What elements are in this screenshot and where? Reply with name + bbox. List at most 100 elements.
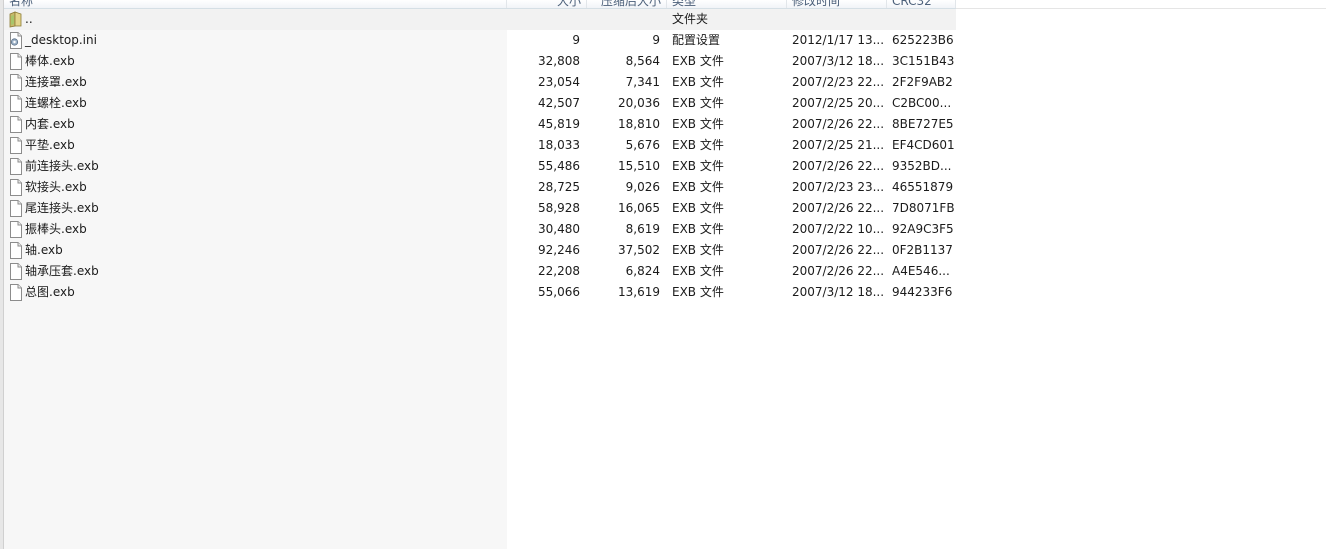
file-name: 振棒头.exb bbox=[25, 222, 87, 236]
file-modified: 2007/2/26 22... bbox=[792, 159, 885, 173]
file-name: 总图.exb bbox=[25, 285, 75, 299]
file-size: 58,928 bbox=[538, 201, 580, 215]
file-row[interactable]: 软接头.exb 28,725 9,026 EXB 文件 2007/2/23 23... 4… bbox=[4, 177, 956, 198]
file-size: 32,808 bbox=[538, 54, 580, 68]
column-header-type[interactable]: 类型 bbox=[667, 0, 787, 8]
file-size bbox=[507, 9, 580, 30]
file-name-cell: 内套.exb bbox=[4, 114, 507, 135]
file-icon bbox=[8, 95, 24, 112]
file-name: 连接罩.exb bbox=[25, 75, 87, 89]
file-row[interactable]: _desktop.ini 9 9 配置设置 2012/1/17 13... 625223B… bbox=[4, 30, 956, 51]
file-size: 55,486 bbox=[538, 159, 580, 173]
column-header-bar: 名称 大小 压缩后大小 类型 修改时间 CRC32 bbox=[4, 0, 956, 9]
file-row[interactable]: 连螺栓.exb 42,507 20,036 EXB 文件 2007/2/25 20...… bbox=[4, 93, 956, 114]
file-name-cell: 轴承压套.exb bbox=[4, 261, 507, 282]
file-size: 22,208 bbox=[538, 264, 580, 278]
file-packed-size: 16,065 bbox=[618, 201, 660, 215]
file-crc: C2BC00... bbox=[892, 96, 952, 110]
file-type: 文件夹 bbox=[672, 12, 709, 26]
file-name: 棒体.exb bbox=[25, 54, 75, 68]
file-size: 92,246 bbox=[538, 243, 580, 257]
file-row[interactable]: 前连接头.exb 55,486 15,510 EXB 文件 2007/2/26 22..… bbox=[4, 156, 956, 177]
file-crc: 2F2F9AB2 bbox=[892, 75, 953, 89]
file-size: 55,066 bbox=[538, 285, 580, 299]
file-packed-size: 18,810 bbox=[618, 117, 660, 131]
file-crc bbox=[892, 9, 954, 30]
file-modified bbox=[792, 9, 888, 30]
file-modified: 2007/2/26 22... bbox=[792, 117, 885, 131]
file-row[interactable]: 总图.exb 55,066 13,619 EXB 文件 2007/3/12 18... 9… bbox=[4, 282, 956, 303]
archive-file-list-window: 名称 大小 压缩后大小 类型 修改时间 CRC32 .. 文件夹 _desktop.… bbox=[0, 0, 1326, 549]
file-name-cell: 平垫.exb bbox=[4, 135, 507, 156]
file-row[interactable]: 尾连接头.exb 58,928 16,065 EXB 文件 2007/2/26 22..… bbox=[4, 198, 956, 219]
file-modified: 2007/2/25 21... bbox=[792, 138, 885, 152]
parent-folder-row[interactable]: .. 文件夹 bbox=[4, 9, 956, 30]
file-type: EXB 文件 bbox=[672, 264, 724, 278]
column-header-modified[interactable]: 修改时间 bbox=[787, 0, 887, 8]
file-modified: 2007/2/22 10... bbox=[792, 222, 885, 236]
column-header-size[interactable]: 大小 bbox=[507, 0, 587, 8]
file-crc: EF4CD601 bbox=[892, 138, 954, 152]
file-name-cell: 连螺栓.exb bbox=[4, 93, 507, 114]
file-crc: 625223B6 bbox=[892, 33, 954, 47]
file-icon bbox=[8, 263, 24, 280]
file-modified: 2007/2/25 20... bbox=[792, 96, 885, 110]
file-icon bbox=[8, 158, 24, 175]
file-crc: 8BE727E5 bbox=[892, 117, 954, 131]
file-name: _desktop.ini bbox=[25, 33, 97, 47]
column-header-name[interactable]: 名称 bbox=[4, 0, 507, 8]
file-packed-size: 15,510 bbox=[618, 159, 660, 173]
file-type: 配置设置 bbox=[672, 33, 721, 47]
file-name: 内套.exb bbox=[25, 117, 75, 131]
file-type: EXB 文件 bbox=[672, 54, 724, 68]
file-row[interactable]: 轴承压套.exb 22,208 6,824 EXB 文件 2007/2/26 22...… bbox=[4, 261, 956, 282]
column-header-empty-area bbox=[956, 0, 1326, 9]
file-modified: 2007/2/26 22... bbox=[792, 264, 885, 278]
file-modified: 2007/2/23 22... bbox=[792, 75, 885, 89]
file-type: EXB 文件 bbox=[672, 117, 724, 131]
file-name: 前连接头.exb bbox=[25, 159, 99, 173]
file-packed-size: 8,619 bbox=[625, 222, 660, 236]
file-icon bbox=[8, 74, 24, 91]
file-type: EXB 文件 bbox=[672, 180, 724, 194]
file-crc: 0F2B1137 bbox=[892, 243, 953, 257]
file-icon bbox=[8, 242, 24, 259]
column-header-crc[interactable]: CRC32 bbox=[887, 0, 956, 8]
file-modified: 2007/2/23 23... bbox=[792, 180, 885, 194]
file-type: EXB 文件 bbox=[672, 96, 724, 110]
file-packed-size: 13,619 bbox=[618, 285, 660, 299]
file-name-cell: 总图.exb bbox=[4, 282, 507, 303]
file-row[interactable]: 内套.exb 45,819 18,810 EXB 文件 2007/2/26 22... 8… bbox=[4, 114, 956, 135]
file-type: EXB 文件 bbox=[672, 201, 724, 215]
file-crc: 7D8071FB bbox=[892, 201, 954, 215]
file-size: 23,054 bbox=[538, 75, 580, 89]
file-crc: A4E546... bbox=[892, 264, 950, 278]
column-header-packed-size[interactable]: 压缩后大小 bbox=[587, 0, 667, 8]
file-packed-size: 20,036 bbox=[618, 96, 660, 110]
file-name-cell: 振棒头.exb bbox=[4, 219, 507, 240]
file-name: .. bbox=[25, 12, 33, 26]
file-icon bbox=[8, 53, 24, 70]
file-name-cell: .. bbox=[4, 9, 507, 30]
file-name-cell: 棒体.exb bbox=[4, 51, 507, 72]
file-type: EXB 文件 bbox=[672, 159, 724, 173]
file-modified: 2007/3/12 18... bbox=[792, 54, 885, 68]
file-type: EXB 文件 bbox=[672, 138, 724, 152]
file-packed-size: 7,341 bbox=[625, 75, 660, 89]
file-name: 连螺栓.exb bbox=[25, 96, 87, 110]
file-row[interactable]: 棒体.exb 32,808 8,564 EXB 文件 2007/3/12 18... 3C… bbox=[4, 51, 956, 72]
file-name: 软接头.exb bbox=[25, 180, 87, 194]
file-row[interactable]: 轴.exb 92,246 37,502 EXB 文件 2007/2/26 22... 0F… bbox=[4, 240, 956, 261]
file-row[interactable]: 振棒头.exb 30,480 8,619 EXB 文件 2007/2/22 10... 9… bbox=[4, 219, 956, 240]
file-name: 轴.exb bbox=[25, 243, 63, 257]
file-size: 9 bbox=[572, 33, 580, 47]
file-row[interactable]: 连接罩.exb 23,054 7,341 EXB 文件 2007/2/23 22... 2… bbox=[4, 72, 956, 93]
file-name-cell: 软接头.exb bbox=[4, 177, 507, 198]
file-type: EXB 文件 bbox=[672, 222, 724, 236]
settings-file-icon bbox=[8, 32, 24, 49]
file-modified: 2007/2/26 22... bbox=[792, 201, 885, 215]
file-size: 28,725 bbox=[538, 180, 580, 194]
file-crc: 92A9C3F5 bbox=[892, 222, 954, 236]
file-row[interactable]: 平垫.exb 18,033 5,676 EXB 文件 2007/2/25 21... EF… bbox=[4, 135, 956, 156]
folder-up-icon bbox=[8, 11, 24, 28]
